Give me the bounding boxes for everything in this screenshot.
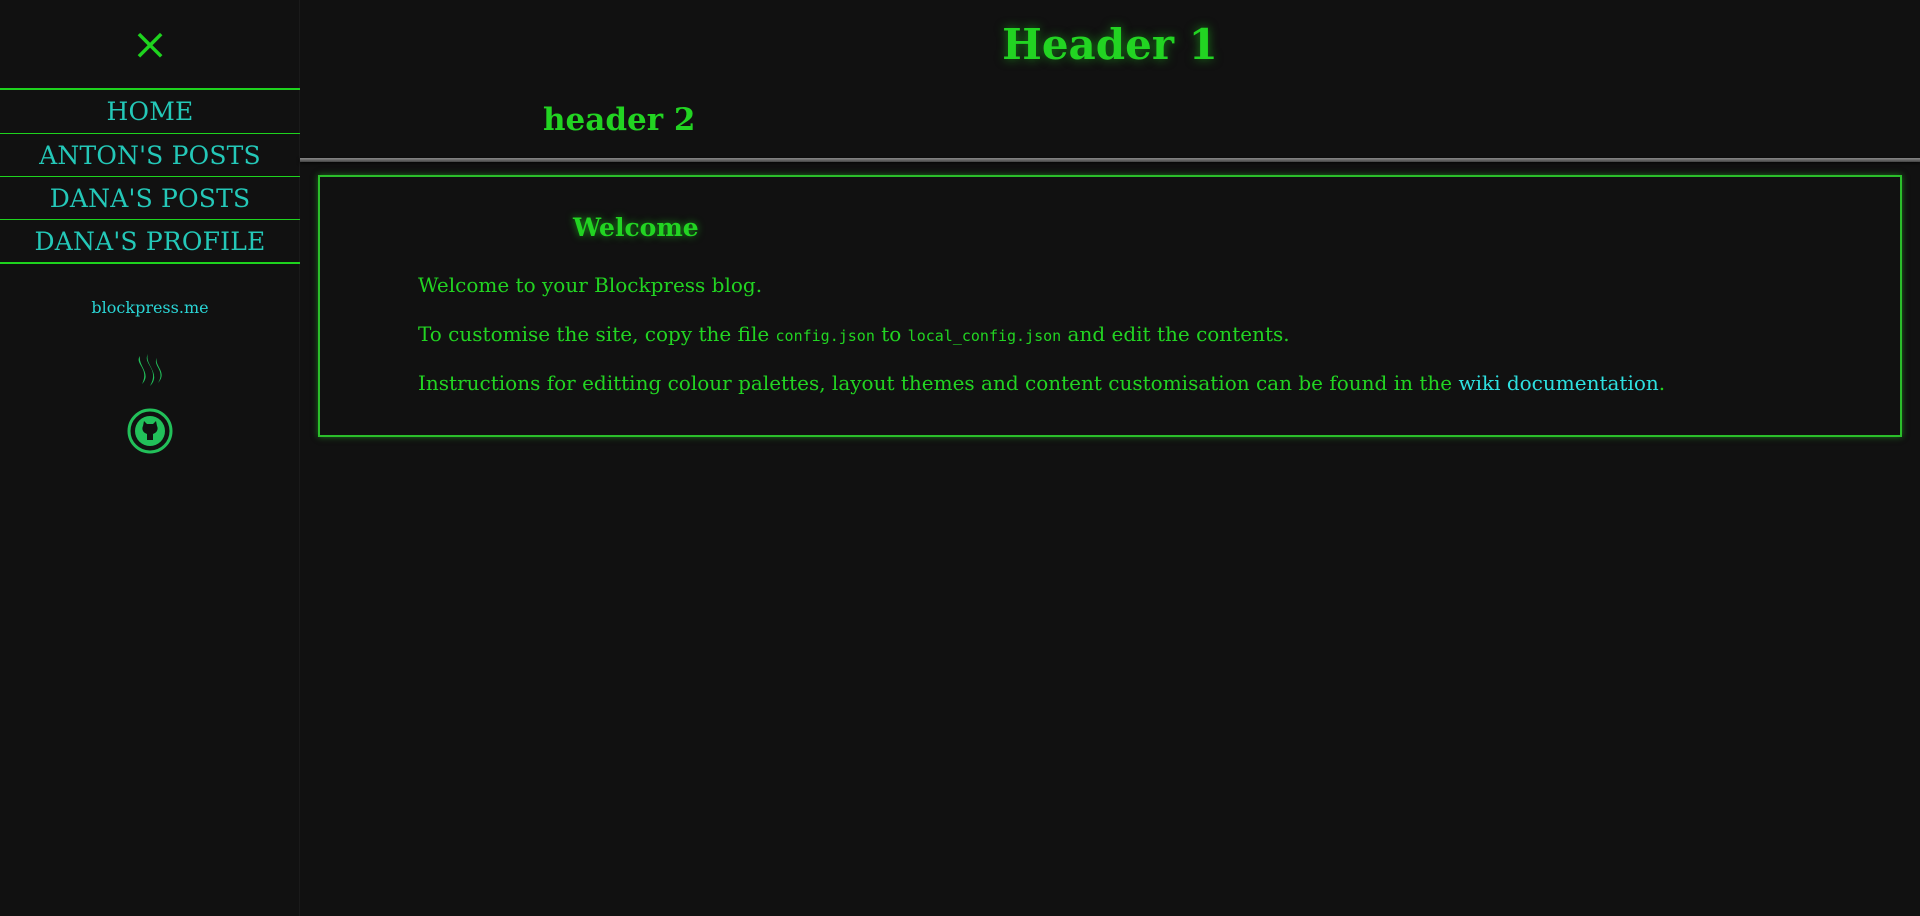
customise-paragraph: To customise the site, copy the file con… xyxy=(418,322,1290,346)
local-config-filename: local_config.json xyxy=(907,327,1062,345)
instructions-end: . xyxy=(1658,371,1666,395)
divider xyxy=(300,158,1920,162)
page-title: Header 1 xyxy=(1002,20,1218,69)
wiki-documentation-link[interactable]: wiki documentation xyxy=(1458,371,1658,395)
sidebar-item-danas-posts[interactable]: DANA'S POSTS xyxy=(0,176,300,219)
customise-text-end: and edit the contents. xyxy=(1061,322,1290,346)
welcome-card: Welcome Welcome to your Blockpress blog.… xyxy=(318,175,1902,437)
customise-text-start: To customise the site, copy the file xyxy=(418,322,776,346)
sidebar-item-danas-profile[interactable]: DANA'S PROFILE xyxy=(0,219,300,262)
page-subtitle: header 2 xyxy=(543,102,696,138)
welcome-paragraph: Welcome to your Blockpress blog. xyxy=(418,273,763,297)
sidebar-item-home[interactable]: HOME xyxy=(0,90,300,133)
sidebar: × HOME ANTON'S POSTS DANA'S POSTS DANA'S… xyxy=(0,0,300,916)
github-icon[interactable] xyxy=(126,407,174,455)
customise-text-mid: to xyxy=(874,322,908,346)
instructions-paragraph: Instructions for editting colour palette… xyxy=(418,371,1665,395)
steem-icon[interactable] xyxy=(130,350,170,390)
card-title: Welcome xyxy=(573,213,699,242)
close-icon[interactable]: × xyxy=(130,23,170,67)
instructions-text: Instructions for editting colour palette… xyxy=(418,371,1459,395)
sidebar-nav: HOME ANTON'S POSTS DANA'S POSTS DANA'S P… xyxy=(0,88,300,264)
sidebar-item-antons-posts[interactable]: ANTON'S POSTS xyxy=(0,133,300,176)
site-link[interactable]: blockpress.me xyxy=(0,298,300,317)
config-filename: config.json xyxy=(775,327,875,345)
